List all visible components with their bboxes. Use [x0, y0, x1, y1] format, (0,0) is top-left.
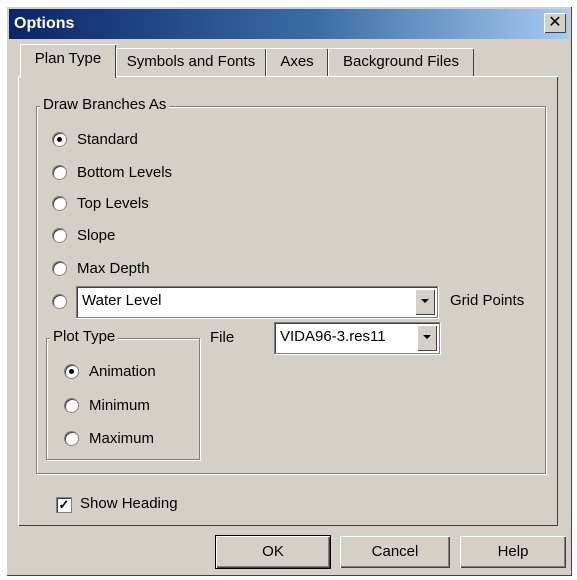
dialog-title: Options: [14, 15, 75, 32]
variable-select-value: Water Level: [82, 292, 162, 309]
cancel-button-label: Cancel: [371, 543, 419, 560]
plot-type-group-label: Plot Type: [50, 328, 119, 345]
radio-button[interactable]: [64, 430, 79, 446]
grid-points-label: Grid Points: [450, 292, 525, 309]
radio-standard[interactable]: Standard: [52, 128, 138, 150]
draw-branches-group-label: Draw Branches As: [40, 96, 170, 113]
radio-label: Maximum: [89, 429, 155, 447]
variable-select[interactable]: Water Level: [76, 286, 438, 318]
ok-button[interactable]: OK: [215, 535, 331, 569]
title-bar[interactable]: Options ✕: [9, 9, 569, 39]
help-button[interactable]: Help: [460, 536, 566, 568]
show-heading-checkbox[interactable]: ✓: [56, 497, 72, 513]
radio-button[interactable]: [52, 227, 67, 243]
close-button[interactable]: ✕: [544, 13, 566, 33]
radio-top-levels[interactable]: Top Levels: [52, 192, 149, 214]
radio-button[interactable]: [64, 397, 79, 413]
file-select-value: VIDA96-3.res11: [280, 328, 386, 345]
radio-button[interactable]: [52, 195, 67, 211]
tab-label: Symbols and Fonts: [126, 53, 256, 70]
ok-button-label: OK: [262, 543, 284, 560]
radio-button[interactable]: [52, 293, 67, 309]
tab-axes[interactable]: Axes: [266, 48, 328, 76]
radio-label: Slope: [77, 226, 116, 244]
tab-plan-type[interactable]: Plan Type: [20, 44, 116, 78]
radio-minimum[interactable]: Minimum: [64, 394, 150, 416]
tab-label: Background Files: [343, 53, 459, 70]
cancel-button[interactable]: Cancel: [340, 536, 450, 568]
tab-label: Plan Type: [34, 50, 102, 67]
chevron-down-icon[interactable]: [417, 325, 437, 351]
check-icon: ✓: [58, 497, 70, 512]
help-button-label: Help: [497, 543, 529, 560]
radio-button[interactable]: [52, 260, 67, 276]
file-label: File: [210, 329, 235, 346]
radio-button[interactable]: [52, 131, 67, 147]
radio-slope[interactable]: Slope: [52, 224, 115, 246]
radio-button[interactable]: [64, 363, 79, 379]
tab-background-files[interactable]: Background Files: [328, 48, 474, 76]
plan-type-panel: Draw Branches As Standard Bottom Levels …: [18, 76, 558, 526]
radio-bottom-levels[interactable]: Bottom Levels: [52, 161, 172, 183]
options-dialog: Options ✕ Plan Type Symbols and Fonts Ax…: [6, 6, 572, 576]
chevron-down-icon[interactable]: [415, 289, 435, 315]
radio-label: Bottom Levels: [77, 163, 173, 181]
radio-label: Minimum: [89, 396, 150, 414]
radio-label: Animation: [89, 362, 156, 380]
radio-label: Standard: [77, 130, 138, 148]
show-heading-label: Show Heading: [80, 495, 178, 512]
radio-max-depth[interactable]: Max Depth: [52, 257, 150, 279]
close-icon: ✕: [548, 14, 562, 31]
radio-maximum[interactable]: Maximum: [64, 427, 154, 449]
tab-symbols-and-fonts[interactable]: Symbols and Fonts: [116, 48, 266, 76]
radio-button[interactable]: [52, 164, 67, 180]
tab-label: Axes: [280, 53, 314, 70]
radio-label: Max Depth: [77, 259, 150, 277]
radio-label: Top Levels: [77, 194, 149, 212]
radio-animation[interactable]: Animation: [64, 360, 156, 382]
radio-variable[interactable]: [52, 290, 67, 312]
file-select[interactable]: VIDA96-3.res11: [274, 322, 440, 354]
